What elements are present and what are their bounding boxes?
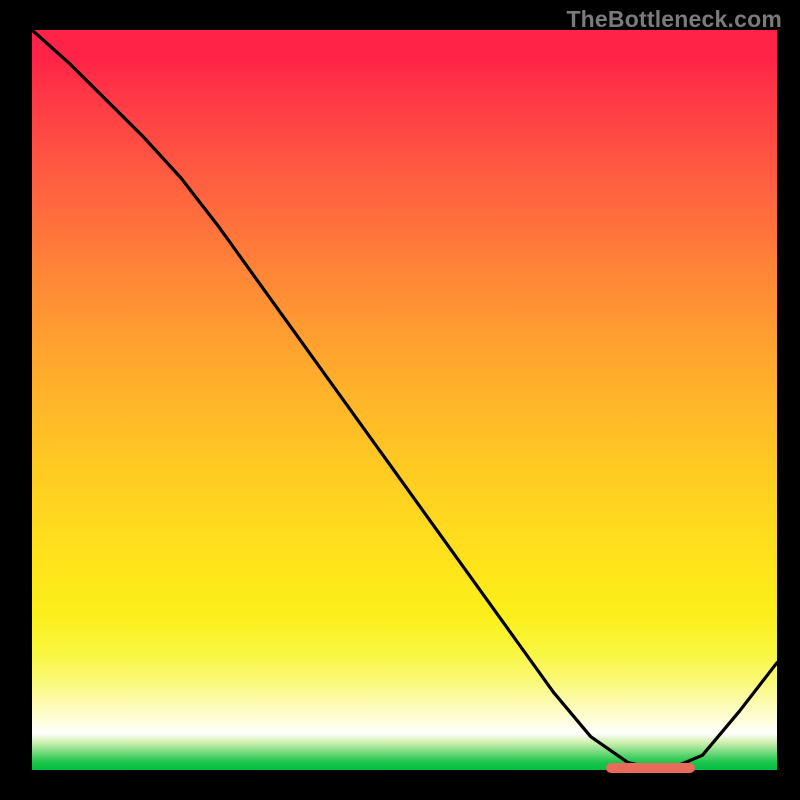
watermark-text: TheBottleneck.com bbox=[566, 6, 782, 33]
bottleneck-curve bbox=[32, 30, 777, 770]
curve-line bbox=[32, 30, 777, 768]
optimal-range-marker bbox=[606, 763, 695, 773]
